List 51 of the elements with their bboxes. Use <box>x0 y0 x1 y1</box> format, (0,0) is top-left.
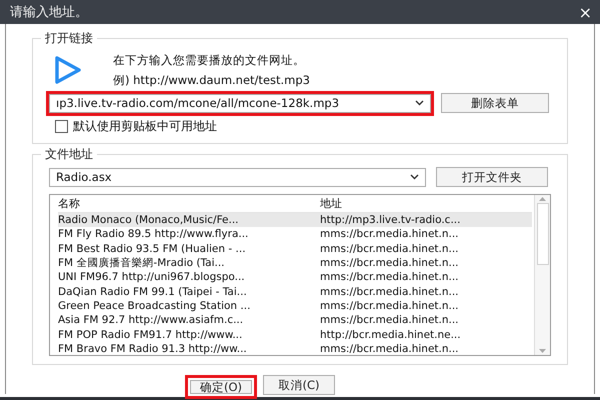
table-cell-text: mms://bcr.media.hinet.n... <box>320 342 460 356</box>
table-cell-text: mms://bcr.media.hinet.n... <box>320 284 460 299</box>
list-row[interactable]: Radio Monaco (Monaco,Music/Fe... http://mp3.live.tv-radio.c... <box>58 213 532 228</box>
dialog-button[interactable]: 取消(C) <box>263 375 335 395</box>
table-cell-text: http://bcr.media.hinet.ne... <box>320 328 462 342</box>
list-row[interactable]: FM Fly Radio 89.5 http://www.flyra... mms://bcr.media.hinet.n... <box>58 227 532 242</box>
file-dropdown[interactable]: Radio.asx <box>49 168 426 186</box>
chevron-down-icon <box>415 100 424 106</box>
column-header[interactable]: 地址 <box>320 197 532 211</box>
clear-form-button[interactable]: 删除表单 <box>441 93 549 113</box>
table-cell-text: FM 全國廣播音樂網-Mradio (Tai... <box>58 256 226 270</box>
group-legend: 打开链接 <box>41 30 97 47</box>
table-cell-text: UNI FM96.7 http://uni967.blogspo... <box>58 270 246 284</box>
list-row[interactable]: FM POP Radio FM91.7 http://www... http://bcr.media.hinet.ne... <box>58 327 532 342</box>
window-title: 请输入地址。 <box>10 4 88 21</box>
list-row[interactable]: UNI FM96.7 http://uni967.blogspo... mms://bcr.media.hinet.n... <box>58 270 532 284</box>
table-cell-text: mms://bcr.media.hinet.n... <box>320 227 460 242</box>
chevron-down-icon <box>410 174 419 180</box>
list-row[interactable]: FM Bravo FM Radio 91.3 http://ww... mms://bcr.media.hinet.n... <box>58 342 532 356</box>
hint-text: 在下方输入您需要播放的文件网址。 <box>113 53 306 68</box>
table-cell-text: http://mp3.live.tv-radio.c... <box>320 213 462 228</box>
table-cell-text: Radio Monaco (Monaco,Music/Fe... <box>58 213 240 228</box>
table-cell-text: DaQian Radio FM 99.1 (Taipei - Tai... <box>58 284 248 299</box>
table-cell-text: mms://bcr.media.hinet.n... <box>320 313 460 328</box>
scroll-down-icon[interactable] <box>539 349 546 353</box>
open-folder-button[interactable]: 打开文件夹 <box>436 167 548 187</box>
list-row[interactable]: FM Best Radio 93.5 FM (Hualien - ... mms://bcr.media.hinet.n... <box>58 242 532 256</box>
checkbox-label: 默认使用剪贴板中可用地址 <box>73 118 217 135</box>
table-cell-text: mms://bcr.media.hinet.n... <box>320 256 460 270</box>
list-row[interactable]: Green Peace Broadcasting Station ... mms://bcr.media.hinet.n... <box>58 298 532 314</box>
close-button[interactable]: × <box>578 2 592 22</box>
table-cell-text: FM POP Radio FM91.7 http://www... <box>58 328 244 342</box>
table-cell-text: mms://bcr.media.hinet.n... <box>320 242 460 256</box>
list-row[interactable]: Asia FM 92.7 http://www.asiafm.c... mms://bcr.media.hinet.n... <box>58 313 532 328</box>
column-header[interactable]: 名称 <box>58 197 320 211</box>
list-row[interactable]: FM 全國廣播音樂網-Mradio (Tai... mms://bcr.media.hinet.n... <box>58 256 532 270</box>
checkbox[interactable] <box>55 120 68 133</box>
table-cell-text: FM Fly Radio 89.5 http://www.flyra... <box>58 227 250 242</box>
scroll-up-icon[interactable] <box>539 197 546 201</box>
table-cell-text: mms://bcr.media.hinet.n... <box>320 270 460 284</box>
list-row[interactable]: DaQian Radio FM 99.1 (Taipei - Tai... mms://bcr.media.hinet.n... <box>58 284 532 299</box>
scrollbar[interactable] <box>534 195 550 355</box>
example-text: 例) http://www.daum.net/test.mp3 <box>113 73 310 88</box>
group-legend: 文件地址 <box>41 146 97 163</box>
table-cell-text: mms://bcr.media.hinet.n... <box>320 298 460 313</box>
table-cell-text: Green Peace Broadcasting Station ... <box>58 298 252 313</box>
dialog-button[interactable]: 确定(O) <box>185 375 257 399</box>
table-cell-text: FM Bravo FM Radio 91.3 http://ww... <box>58 342 248 356</box>
table-cell-text: Asia FM 92.7 http://www.asiafm.c... <box>58 313 244 328</box>
table-cell-text: FM Best Radio 93.5 FM (Hualien - ... <box>58 242 247 256</box>
play-icon <box>53 55 83 85</box>
